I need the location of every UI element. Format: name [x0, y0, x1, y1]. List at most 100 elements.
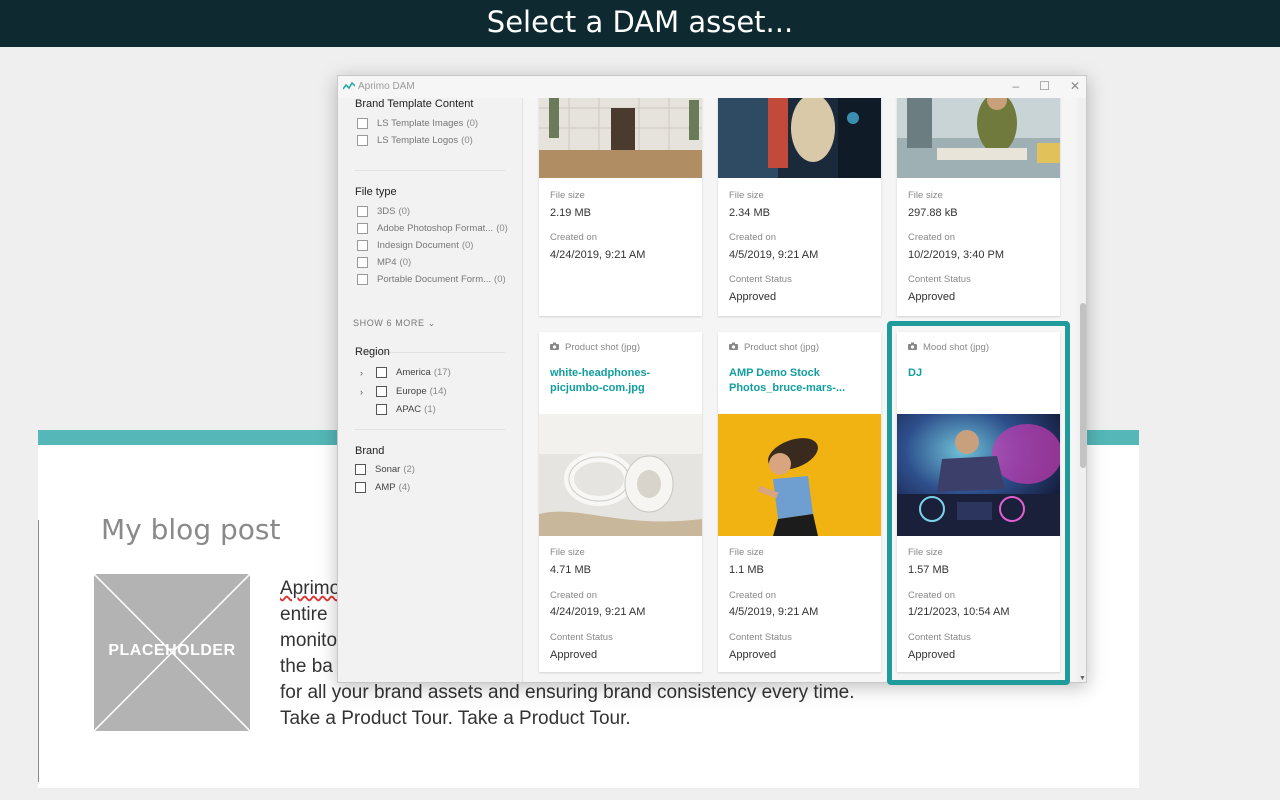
asset-card[interactable]: File size 2.34 MB Created on 4/5/2019, 9… [718, 98, 881, 316]
filter-item-indesign[interactable]: Indesign Document (0) [357, 240, 473, 251]
asset-card[interactable]: File size 2.19 MB Created on 4/24/2019, … [539, 98, 702, 316]
created-on-label: Created on [729, 232, 777, 243]
asset-thumbnail [718, 98, 881, 178]
filter-item-america[interactable]: America (17) [376, 367, 451, 378]
filter-divider [355, 429, 505, 430]
blog-line: for all your brand assets and ensuring b… [280, 682, 855, 703]
grid-scrollbar[interactable]: ▼ [1078, 98, 1086, 682]
checkbox[interactable] [376, 367, 387, 378]
filter-item-europe[interactable]: Europe (14) [376, 386, 447, 397]
scrollbar-thumb[interactable] [1080, 303, 1086, 468]
asset-thumbnail [539, 414, 702, 536]
filter-label: AMP [375, 482, 396, 493]
filter-label: Indesign Document [377, 240, 459, 251]
filter-label: 3DS [377, 206, 396, 217]
selection-highlight [887, 321, 1070, 685]
asset-card[interactable]: Product shot (jpg) white-headphones-picj… [539, 332, 702, 672]
show-more-button[interactable]: SHOW 6 MORE ⌄ [353, 318, 436, 329]
filter-label: Europe [396, 386, 427, 397]
file-size-value: 2.34 MB [729, 207, 770, 219]
asset-type: Product shot (jpg) [550, 342, 640, 353]
filter-count: (0) [494, 274, 506, 285]
checkbox[interactable] [357, 274, 368, 285]
content-status-label: Content Status [908, 274, 971, 285]
filter-label: Portable Document Form... [377, 274, 492, 285]
file-size-value: 2.19 MB [550, 207, 591, 219]
filter-item-ls-template-logos[interactable]: LS Template Logos (0) [357, 135, 473, 146]
checkbox[interactable] [357, 118, 368, 129]
filter-item-photoshop[interactable]: Adobe Photoshop Format... (0) [357, 223, 508, 234]
filter-count: (0) [466, 118, 479, 129]
checkbox[interactable] [355, 464, 366, 475]
asset-name-link[interactable]: AMP Demo Stock Photos_bruce-mars-... [729, 366, 869, 396]
filter-item-amp[interactable]: AMP (4) [355, 482, 410, 493]
filter-item-apac[interactable]: APAC (1) [376, 404, 436, 415]
close-icon[interactable]: ✕ [1070, 79, 1080, 93]
file-size-value: 4.71 MB [550, 564, 591, 576]
minimize-icon[interactable]: – [1012, 79, 1019, 93]
dialog-title: Aprimo DAM [358, 81, 415, 92]
blog-line: Aprimo [280, 578, 341, 599]
checkbox[interactable] [357, 206, 368, 217]
camera-icon [550, 342, 559, 353]
file-size-value: 297.88 kB [908, 207, 958, 219]
file-size-label: File size [550, 190, 585, 201]
checkbox[interactable] [355, 482, 366, 493]
asset-type-label: Product shot (jpg) [565, 342, 640, 353]
placeholder-label: PLACEHOLDER [108, 642, 236, 659]
filter-title-file-type: File type [355, 186, 397, 198]
file-size-label: File size [908, 190, 943, 201]
filter-divider [355, 170, 505, 171]
content-status-value: Approved [550, 649, 598, 661]
asset-card[interactable]: Product shot (jpg) AMP Demo Stock Photos… [718, 332, 881, 672]
filter-item-3ds[interactable]: 3DS (0) [357, 206, 410, 217]
filter-item-pdf[interactable]: Portable Document Form... (0) [357, 274, 506, 285]
asset-type-label: Product shot (jpg) [744, 342, 819, 353]
content-status-value: Approved [908, 291, 956, 303]
file-size-label: File size [550, 547, 585, 558]
asset-card[interactable]: File size 297.88 kB Created on 10/2/2019… [897, 98, 1060, 316]
filter-item-sonar[interactable]: Sonar (2) [355, 464, 415, 475]
maximize-icon[interactable]: ☐ [1039, 79, 1050, 93]
checkbox[interactable] [357, 257, 368, 268]
filter-label: LS Template Logos [377, 135, 459, 146]
blog-title: My blog post [101, 513, 281, 546]
content-status-label: Content Status [729, 632, 792, 643]
filter-item-mp4[interactable]: MP4 (0) [357, 257, 411, 268]
created-on-value: 4/24/2019, 9:21 AM [550, 249, 646, 261]
filter-count: (0) [461, 240, 474, 251]
filter-item-ls-template-images[interactable]: LS Template Images (0) [357, 118, 478, 129]
filter-count: (14) [429, 386, 447, 397]
filter-label: MP4 [377, 257, 397, 268]
asset-thumbnail [718, 414, 881, 536]
filter-label: Adobe Photoshop Format... [377, 223, 494, 234]
banner-title: Select a DAM asset... [486, 5, 794, 39]
file-size-value: 1.1 MB [729, 564, 764, 576]
content-status-label: Content Status [550, 632, 613, 643]
created-on-value: 4/5/2019, 9:21 AM [729, 606, 819, 618]
checkbox[interactable] [357, 135, 368, 146]
blog-line: Take a Product Tour. Take a Product Tour… [280, 708, 631, 729]
chevron-right-icon[interactable]: › [360, 387, 363, 397]
filter-count: (1) [424, 404, 436, 415]
checkbox[interactable] [376, 404, 387, 415]
scroll-down-icon[interactable]: ▼ [1079, 675, 1086, 682]
asset-name-link[interactable]: white-headphones-picjumbo-com.jpg [550, 366, 690, 396]
filter-label: America [396, 367, 431, 378]
filter-sidebar: Brand Template Content LS Template Image… [338, 98, 523, 682]
filter-count: (0) [461, 135, 473, 146]
created-on-label: Created on [550, 232, 598, 243]
chevron-right-icon[interactable]: › [360, 368, 363, 378]
filter-title-brand: Brand [355, 445, 385, 457]
checkbox[interactable] [376, 386, 387, 397]
file-size-label: File size [729, 190, 764, 201]
checkbox[interactable] [357, 240, 368, 251]
top-banner: Select a DAM asset... [0, 0, 1280, 47]
chevron-down-icon: ⌄ [427, 318, 436, 328]
filter-title-region: Region [355, 346, 390, 358]
placeholder-image[interactable]: PLACEHOLDER [94, 574, 250, 731]
checkbox[interactable] [357, 223, 368, 234]
content-status-value: Approved [729, 291, 777, 303]
filter-count: (0) [399, 257, 412, 268]
created-on-value: 4/24/2019, 9:21 AM [550, 606, 646, 618]
